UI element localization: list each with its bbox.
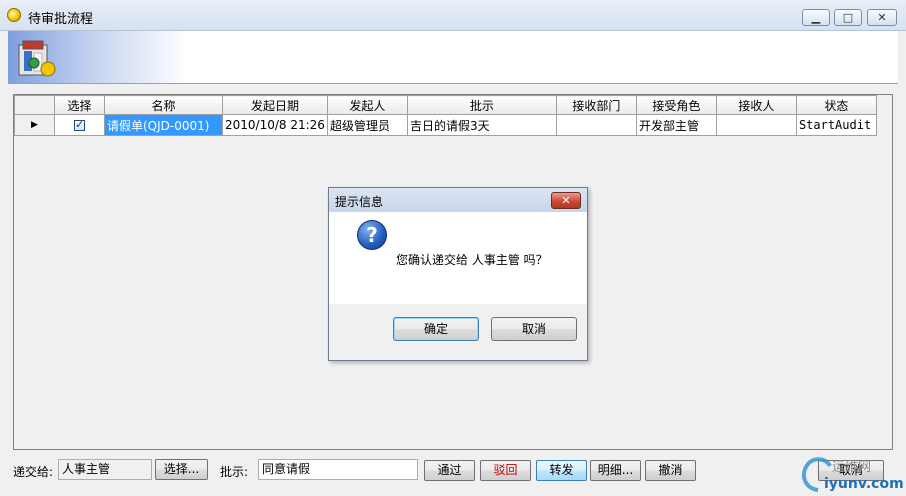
dialog-ok-button[interactable]: 确定 xyxy=(393,317,479,341)
watermark-brand: 运维网 xyxy=(832,460,872,475)
dept-cell[interactable] xyxy=(555,114,637,136)
send-to-field[interactable]: 人事主管 xyxy=(58,459,152,480)
column-header-dept[interactable]: 接收部门 xyxy=(555,95,637,115)
dialog-title-bar: 提示信息 ✕ xyxy=(329,188,587,212)
column-header-name[interactable]: 名称 xyxy=(104,95,223,115)
column-header-select[interactable]: 选择 xyxy=(54,95,105,115)
row-header-corner xyxy=(14,95,55,115)
row-indicator[interactable]: ▶ xyxy=(14,114,55,136)
column-header-initiator[interactable]: 发起人 xyxy=(326,95,408,115)
role-cell[interactable]: 开发部主管 xyxy=(635,114,717,136)
flow-table: 选择 名称 发起日期 发起人 批示 接收部门 接受角色 接收人 状态 ▶ 请假单… xyxy=(14,95,877,136)
date-cell[interactable]: 2010/10/8 21:26 xyxy=(222,114,328,136)
window-title: 待审批流程 xyxy=(28,12,94,27)
column-header-status[interactable]: 状态 xyxy=(795,95,877,115)
question-icon: ? xyxy=(357,220,387,250)
comment-input[interactable]: 同意请假 xyxy=(258,459,418,480)
reject-button[interactable]: 驳回 xyxy=(480,460,531,481)
column-header-receiver[interactable]: 接收人 xyxy=(715,95,797,115)
forward-button[interactable]: 转发 xyxy=(536,460,587,481)
comment-label: 批示: xyxy=(220,465,249,479)
send-to-label: 递交给: xyxy=(13,465,54,479)
minimize-button[interactable]: ▁ xyxy=(802,9,830,26)
status-cell[interactable]: StartAudit xyxy=(795,114,877,136)
column-header-role[interactable]: 接受角色 xyxy=(635,95,717,115)
dialog-footer: 确定 取消 xyxy=(329,304,587,360)
initiator-cell[interactable]: 超级管理员 xyxy=(326,114,408,136)
close-window-button[interactable]: ✕ xyxy=(867,9,897,26)
pass-button[interactable]: 通过 xyxy=(424,460,475,481)
workflow-logo-icon xyxy=(18,40,56,77)
dialog-close-button[interactable]: ✕ xyxy=(551,192,581,209)
choose-button[interactable]: 选择... xyxy=(155,459,208,480)
header-banner xyxy=(8,31,898,84)
dialog-message: 您确认递交给 人事主管 吗？ xyxy=(396,253,548,267)
detail-button[interactable]: 明细... xyxy=(590,460,641,481)
dialog-title: 提示信息 xyxy=(335,195,384,209)
table-header-row: 选择 名称 发起日期 发起人 批示 接收部门 接受角色 接收人 状态 xyxy=(14,95,877,115)
confirm-dialog: 提示信息 ✕ ? 您确认递交给 人事主管 吗？ 确定 取消 xyxy=(328,187,588,361)
revoke-button[interactable]: 撤消 xyxy=(645,460,696,481)
select-cell[interactable] xyxy=(54,114,105,136)
column-header-date[interactable]: 发起日期 xyxy=(222,95,328,115)
watermark: 运维网 iyunv.com xyxy=(798,454,904,494)
maximize-button[interactable]: □ xyxy=(834,9,862,26)
name-cell[interactable]: 请假单(QJD-0001) xyxy=(104,114,223,136)
watermark-url: iyunv.com xyxy=(824,476,904,492)
app-icon xyxy=(7,8,21,22)
column-header-comment[interactable]: 批示 xyxy=(406,95,557,115)
title-bar: 待审批流程 ▁ □ ✕ xyxy=(0,0,906,31)
dialog-cancel-button[interactable]: 取消 xyxy=(491,317,577,341)
receiver-cell[interactable] xyxy=(715,114,797,136)
comment-cell[interactable]: 吉日的请假3天 xyxy=(406,114,557,136)
select-checkbox[interactable] xyxy=(74,118,85,131)
table-row[interactable]: ▶ 请假单(QJD-0001) 2010/10/8 21:26 超级管理员 吉日… xyxy=(14,114,877,136)
